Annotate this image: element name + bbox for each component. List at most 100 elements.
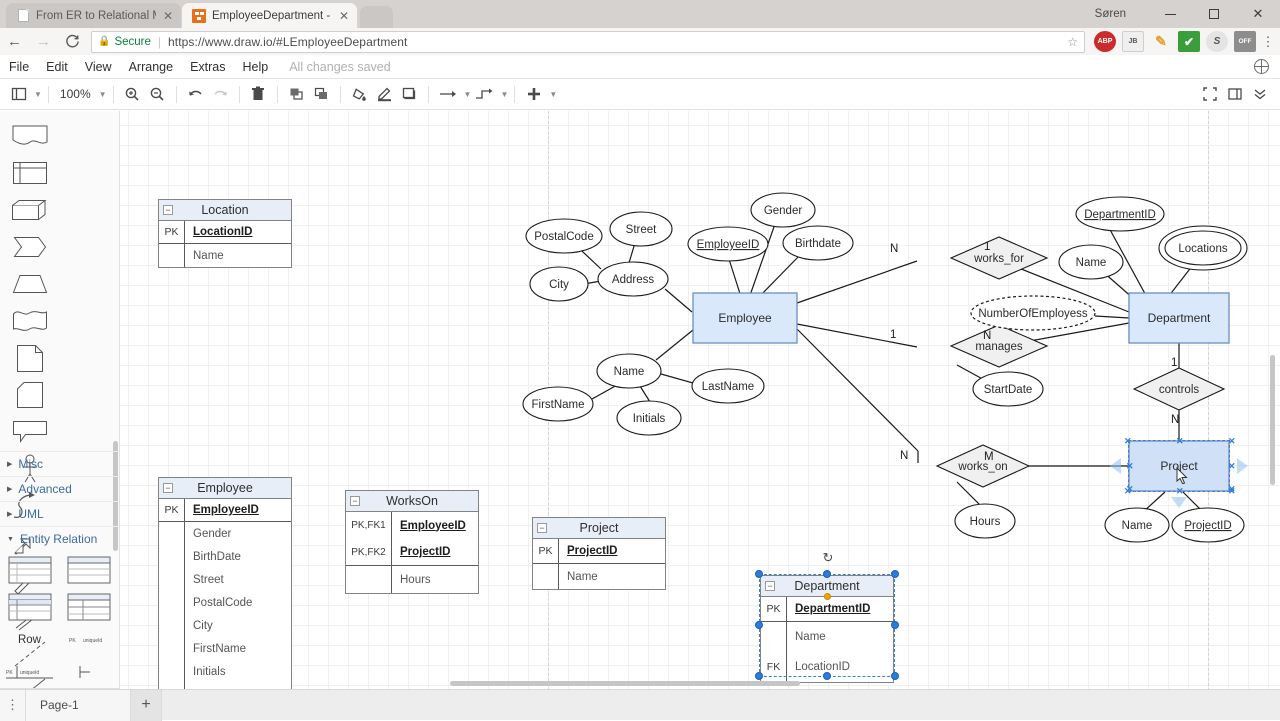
vertical-scrollbar-thumb[interactable] <box>1270 355 1275 485</box>
reload-icon[interactable] <box>58 28 87 55</box>
trash-icon[interactable] <box>246 81 271 107</box>
connect-point-icon[interactable]: ✕ <box>1176 437 1184 446</box>
insert-dropdown-caret-icon[interactable]: ▼ <box>549 90 557 99</box>
table-row[interactable]: BirthDate <box>159 545 291 568</box>
sidebar-section-misc[interactable]: ▶ Misc <box>0 451 119 476</box>
zoom-level-label[interactable]: 100% <box>55 87 96 101</box>
table-row[interactable]: City <box>159 614 291 637</box>
sidebar-section-advanced[interactable]: ▶ Advanced <box>0 476 119 501</box>
table-department[interactable]: − Department PK DepartmentID Name FK Loc… <box>760 575 894 683</box>
selection-handle-w[interactable] <box>755 621 763 629</box>
connect-arrow-right-icon[interactable] <box>1237 458 1248 474</box>
waypoint-dropdown-caret-icon[interactable]: ▼ <box>500 90 508 99</box>
redo-icon[interactable] <box>208 81 233 107</box>
er-row-pk-shape-icon[interactable]: PK uniqueId <box>59 633 118 648</box>
selection-handle-s[interactable] <box>823 672 831 680</box>
selection-handle-e[interactable] <box>891 621 899 629</box>
table-row[interactable]: PK DepartmentID <box>761 597 893 622</box>
table-row[interactable]: Name <box>533 564 665 589</box>
collapse-chevron-icon[interactable] <box>1247 81 1272 107</box>
page-menu-icon[interactable]: ⋮ <box>0 689 26 721</box>
address-bar[interactable]: 🔒 Secure | https://www.draw.io/#LEmploye… <box>91 30 1085 53</box>
collapse-icon[interactable]: − <box>350 496 360 506</box>
shape-internal-storage-icon[interactable] <box>0 154 60 191</box>
shape-card-icon[interactable] <box>0 376 60 413</box>
sidebar-section-entity-relation[interactable]: ▼ Entity Relation <box>0 526 119 551</box>
adblock-plus-icon[interactable]: ABP <box>1094 31 1116 52</box>
browser-tab-2[interactable]: EmployeeDepartment - d ✕ <box>182 3 357 28</box>
label-position-handle[interactable] <box>824 593 831 600</box>
table-row[interactable]: Initials <box>159 660 291 683</box>
globe-icon[interactable] <box>1254 59 1269 74</box>
menu-view[interactable]: View <box>85 60 112 74</box>
new-tab-button[interactable] <box>360 6 393 28</box>
er-shape-table-4-icon[interactable] <box>59 588 118 625</box>
checkmark-icon[interactable]: ✔ <box>1178 31 1200 52</box>
er-shape-table-2-icon[interactable] <box>59 551 118 588</box>
er-shape-table-1-icon[interactable] <box>0 551 59 588</box>
table-row[interactable]: Hours <box>346 566 478 593</box>
format-panel-icon[interactable] <box>1222 81 1247 107</box>
shape-document-icon[interactable] <box>0 117 60 154</box>
table-row[interactable]: PK ProjectID <box>533 539 665 564</box>
undo-icon[interactable] <box>183 81 208 107</box>
back-icon[interactable]: ← <box>0 28 29 55</box>
shape-tape-icon[interactable] <box>0 302 60 339</box>
table-workson[interactable]: − WorksOn PK,FK1 EmployeeID PK,FK2 Proje… <box>345 490 479 594</box>
line-color-icon[interactable] <box>372 81 397 107</box>
connection-dropdown-caret-icon[interactable]: ▼ <box>464 90 472 99</box>
close-icon[interactable]: ✕ <box>163 10 173 22</box>
forward-icon[interactable]: → <box>29 28 58 55</box>
minimize-button[interactable] <box>1148 0 1192 28</box>
selection-handle-sw[interactable] <box>755 672 763 680</box>
send-to-back-icon[interactable] <box>309 81 334 107</box>
table-row[interactable]: Name <box>761 622 893 652</box>
er-shape-pk-row-icon[interactable]: PK uniqueId <box>0 654 59 691</box>
table-row[interactable]: Gender <box>159 522 291 545</box>
maximize-button[interactable] <box>1192 0 1236 28</box>
zoom-in-icon[interactable] <box>120 81 145 107</box>
shape-cube-icon[interactable] <box>0 191 60 228</box>
collapse-icon[interactable]: − <box>163 205 173 215</box>
table-row[interactable]: Street <box>159 568 291 591</box>
jsonbrowser-icon[interactable]: JB <box>1122 31 1144 52</box>
selection-handle-n[interactable] <box>823 570 831 578</box>
collapse-icon[interactable]: − <box>163 483 173 493</box>
view-layout-icon[interactable] <box>6 81 31 107</box>
browser-tab-1[interactable]: From ER to Relational M ✕ <box>6 3 181 28</box>
zoom-out-icon[interactable] <box>145 81 170 107</box>
zoom-dropdown-caret-icon[interactable]: ▼ <box>99 90 107 99</box>
menu-help[interactable]: Help <box>243 60 269 74</box>
fill-color-icon[interactable] <box>347 81 372 107</box>
connect-point-icon[interactable]: ✕ <box>1228 437 1236 446</box>
waypoint-icon[interactable] <box>471 81 497 107</box>
connect-point-icon[interactable]: ✕ <box>1228 487 1236 496</box>
connection-arrow-icon[interactable] <box>435 81 461 107</box>
connect-arrow-left-icon[interactable] <box>1110 458 1121 474</box>
view-dropdown-caret-icon[interactable]: ▼ <box>34 90 42 99</box>
diagram-canvas[interactable]: works_for manages controls works_on Post… <box>120 111 1280 720</box>
connect-point-icon[interactable]: ✕ <box>1126 462 1134 471</box>
shape-trapezoid-icon[interactable] <box>0 265 60 302</box>
connect-arrow-down-icon[interactable] <box>1171 497 1187 508</box>
connect-point-icon[interactable]: ✕ <box>1124 437 1132 446</box>
close-icon[interactable]: ✕ <box>339 10 349 22</box>
close-window-button[interactable]: ✕ <box>1236 0 1280 28</box>
table-row[interactable]: PK,FK2 ProjectID <box>346 539 478 566</box>
bring-to-front-icon[interactable] <box>284 81 309 107</box>
table-project[interactable]: − Project PK ProjectID Name <box>532 517 666 590</box>
selection-handle-nw[interactable] <box>755 570 763 578</box>
chrome-menu-icon[interactable]: ⋮ <box>1259 34 1277 50</box>
selection-handle-ne[interactable] <box>891 570 899 578</box>
menu-extras[interactable]: Extras <box>190 60 225 74</box>
add-page-icon[interactable]: + <box>131 689 162 721</box>
table-row[interactable]: Name <box>159 244 291 267</box>
table-location[interactable]: − Location PK LocationID Name <box>158 199 292 268</box>
er-shape-table-3-icon[interactable] <box>0 588 59 625</box>
sidebar-section-uml[interactable]: ▶ UML <box>0 501 119 526</box>
rotate-handle-icon[interactable]: ↻ <box>821 551 835 565</box>
menu-file[interactable]: File <box>9 60 29 74</box>
fullscreen-icon[interactable] <box>1197 81 1222 107</box>
table-row[interactable]: PK LocationID <box>159 221 291 244</box>
table-row[interactable]: PK,FK1 EmployeeID <box>346 512 478 539</box>
